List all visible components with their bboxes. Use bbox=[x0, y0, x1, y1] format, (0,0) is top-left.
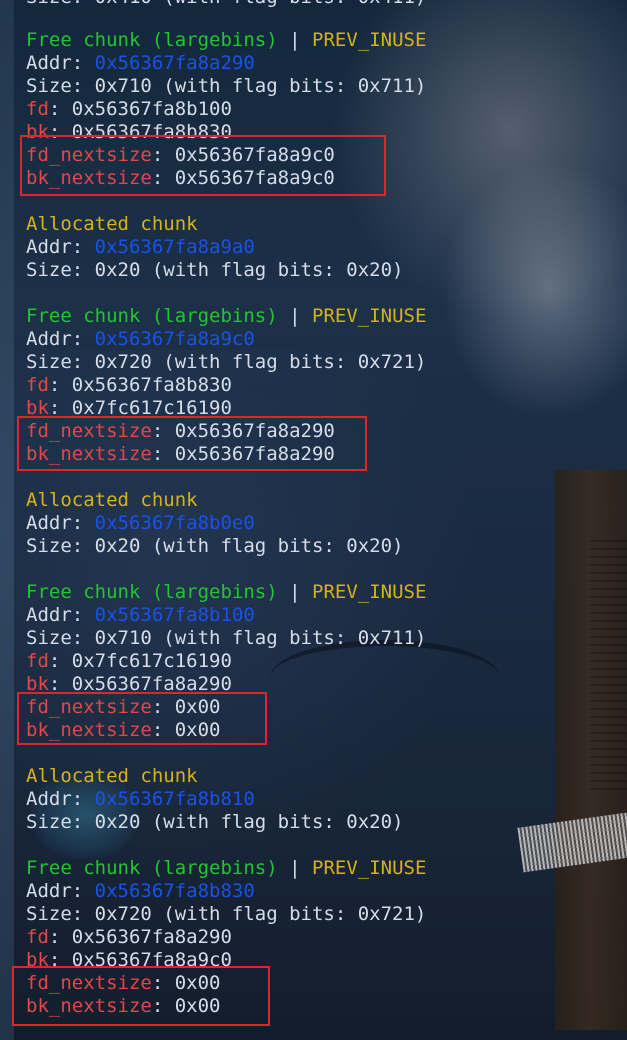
chunk-addr: Addr: 0x56367fa8a9c0 bbox=[26, 328, 255, 350]
chunk-fd: fd: 0x56367fa8b100 bbox=[26, 98, 232, 120]
chunk-addr: Addr: 0x56367fa8b100 bbox=[26, 604, 255, 626]
chunk-size: Size: 0x20 (with flag bits: 0x20) bbox=[26, 259, 404, 281]
chunk-addr: Addr: 0x56367fa8b0e0 bbox=[26, 512, 255, 534]
chunk-addr: Addr: 0x56367fa8b810 bbox=[26, 788, 255, 810]
highlight-box bbox=[12, 966, 270, 1026]
chunk-header: Free chunk (largebins) | PREV_INUSE bbox=[26, 857, 427, 879]
chunk-size: Size: 0x710 (with flag bits: 0x711) bbox=[26, 75, 427, 97]
chunk-addr: Addr: 0x56367fa8b830 bbox=[26, 880, 255, 902]
chunk-addr: Addr: 0x56367fa8a290 bbox=[26, 52, 255, 74]
chunk-size: Size: 0x720 (with flag bits: 0x721) bbox=[26, 351, 427, 373]
highlight-box bbox=[20, 135, 386, 196]
highlight-box bbox=[17, 692, 267, 745]
highlight-box bbox=[17, 416, 367, 471]
chunk-fd: fd: 0x56367fa8b830 bbox=[26, 374, 232, 396]
chunk-header: Free chunk (largebins) | PREV_INUSE bbox=[26, 305, 427, 327]
chunk-size: Size: 0x720 (with flag bits: 0x721) bbox=[26, 903, 427, 925]
chunk-header: Allocated chunk bbox=[26, 765, 198, 787]
chunk-size: Size: 0x20 (with flag bits: 0x20) bbox=[26, 535, 404, 557]
chunk-fd: fd: 0x7fc617c16190 bbox=[26, 650, 232, 672]
chunk-header: Allocated chunk bbox=[26, 489, 198, 511]
chunk-header: Free chunk (largebins) | PREV_INUSE bbox=[26, 29, 427, 51]
chunk-addr: Addr: 0x56367fa8a9a0 bbox=[26, 236, 255, 258]
chunk-size: Size: 0x20 (with flag bits: 0x20) bbox=[26, 811, 404, 833]
clipped-size-line: Size: 0x410 (with flag bits: 0x411) bbox=[26, 0, 426, 9]
chunk-fd: fd: 0x56367fa8a290 bbox=[26, 926, 232, 948]
chunk-header: Allocated chunk bbox=[26, 213, 198, 235]
chunk-size: Size: 0x710 (with flag bits: 0x711) bbox=[26, 627, 427, 649]
chunk-header: Free chunk (largebins) | PREV_INUSE bbox=[26, 581, 427, 603]
